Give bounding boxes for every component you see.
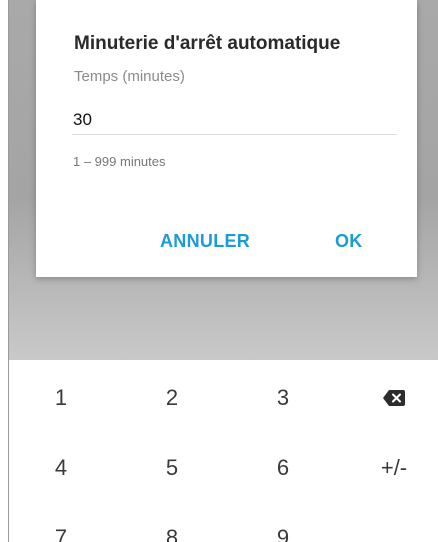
- time-field-label: Temps (minutes): [74, 68, 185, 85]
- key-9[interactable]: 9: [243, 518, 323, 542]
- backspace-key[interactable]: [354, 378, 434, 418]
- sleep-timer-dialog: Minuterie d'arrêt automatique Temps (min…: [36, 0, 417, 277]
- ok-button[interactable]: OK: [335, 231, 363, 252]
- key-4[interactable]: 4: [21, 448, 101, 488]
- screen: Minuterie d'arrêt automatique Temps (min…: [0, 0, 438, 542]
- key-8[interactable]: 8: [132, 518, 212, 542]
- plus-minus-key[interactable]: +/-: [354, 448, 434, 488]
- backspace-icon: [383, 390, 405, 406]
- key-3[interactable]: 3: [243, 378, 323, 418]
- dialog-title: Minuterie d'arrêt automatique: [74, 33, 341, 54]
- key-1[interactable]: 1: [21, 378, 101, 418]
- key-5[interactable]: 5: [132, 448, 212, 488]
- key-7[interactable]: 7: [21, 518, 101, 542]
- numeric-keyboard: 1 2 3 4 5 6 +/- 7 8 9: [9, 360, 438, 542]
- key-6[interactable]: 6: [243, 448, 323, 488]
- time-minutes-input[interactable]: [72, 106, 397, 135]
- cancel-button[interactable]: ANNULER: [160, 231, 250, 252]
- key-2[interactable]: 2: [132, 378, 212, 418]
- time-range-helper: 1 – 999 minutes: [73, 154, 166, 169]
